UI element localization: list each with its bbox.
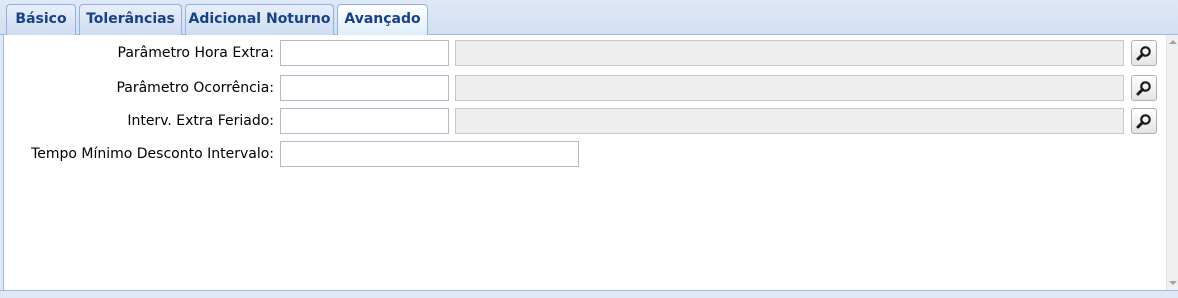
tab-panel: Básico Tolerâncias Adicional Noturno Ava…	[0, 0, 1178, 298]
tab-strip: Básico Tolerâncias Adicional Noturno Ava…	[0, 0, 1178, 36]
tab-tolerancias[interactable]: Tolerâncias	[79, 4, 182, 35]
magnifier-icon	[1136, 114, 1151, 129]
extra-feriado-search-button[interactable]	[1131, 108, 1157, 134]
tab-avancado[interactable]: Avançado	[337, 4, 428, 36]
hora-extra-label: Parâmetro Hora Extra:	[117, 45, 274, 61]
hora-extra-code-input[interactable]	[280, 40, 449, 66]
scroll-up-icon[interactable]	[1169, 40, 1177, 44]
tempo-minimo-label: Tempo Mínimo Desconto Intervalo:	[31, 146, 274, 162]
vertical-scrollbar[interactable]	[1166, 35, 1178, 290]
ocorrencia-label: Parâmetro Ocorrência:	[116, 80, 274, 96]
ocorrencia-description-field	[455, 75, 1124, 101]
magnifier-icon	[1136, 81, 1151, 96]
tab-basico[interactable]: Básico	[6, 4, 76, 35]
extra-feriado-code-input[interactable]	[280, 108, 449, 134]
panel-footer	[0, 290, 1178, 298]
tab-adicional-noturno[interactable]: Adicional Noturno	[185, 4, 334, 35]
tab-content: Parâmetro Hora Extra: Parâmetro Ocorrênc…	[3, 35, 1166, 290]
magnifier-icon	[1136, 46, 1151, 61]
hora-extra-search-button[interactable]	[1131, 40, 1157, 66]
extra-feriado-description-field	[455, 108, 1124, 134]
ocorrencia-search-button[interactable]	[1131, 75, 1157, 101]
hora-extra-description-field	[455, 40, 1124, 66]
scroll-down-icon[interactable]	[1169, 281, 1177, 285]
extra-feriado-label: Interv. Extra Feriado:	[127, 113, 274, 129]
tempo-minimo-input[interactable]	[280, 141, 579, 167]
ocorrencia-code-input[interactable]	[280, 75, 449, 101]
